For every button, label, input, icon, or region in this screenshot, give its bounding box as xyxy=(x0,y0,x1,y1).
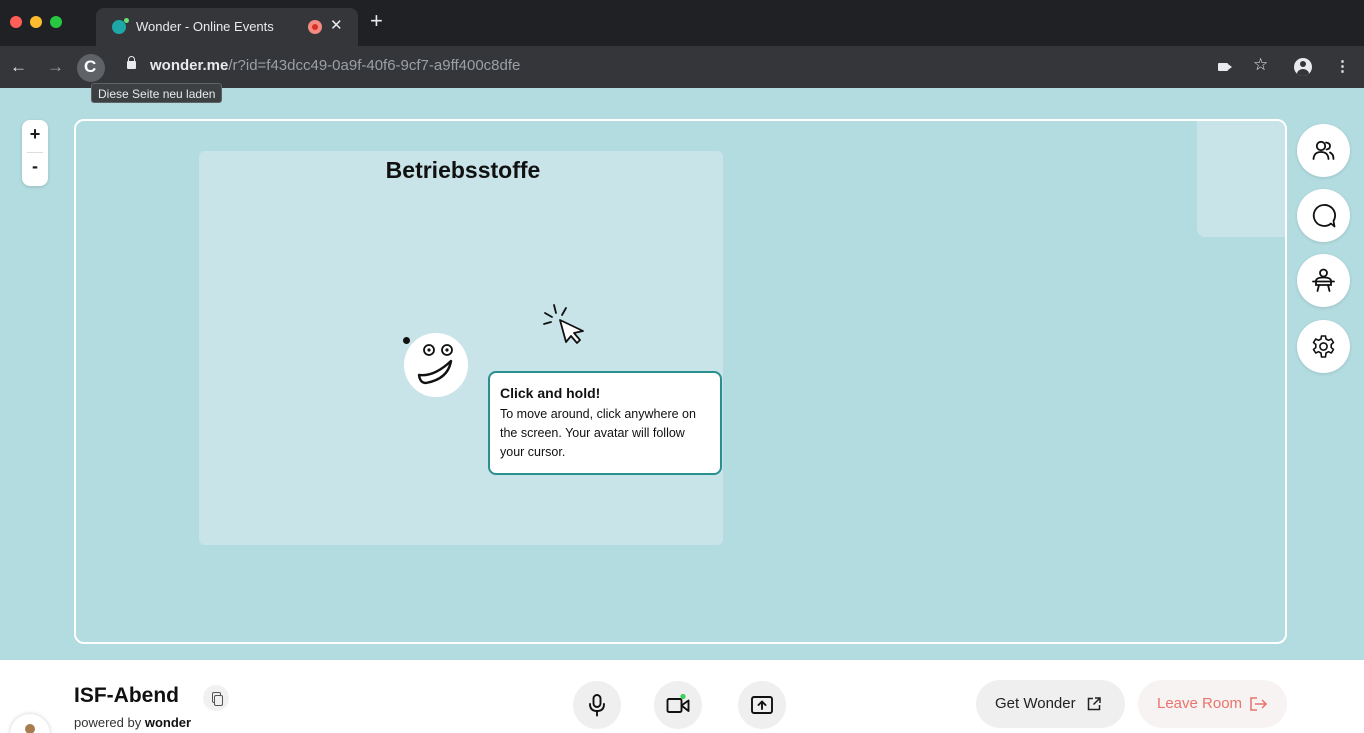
microphone-icon xyxy=(589,694,605,717)
camera-button[interactable] xyxy=(654,681,702,729)
tab-title: Wonder - Online Events xyxy=(136,19,274,34)
window-maximize-button[interactable] xyxy=(50,16,62,28)
click-cursor-icon xyxy=(543,304,584,344)
avatar-status-dot xyxy=(403,337,410,344)
reload-tooltip: Diese Seite neu laden xyxy=(91,83,223,103)
exit-arrow-icon xyxy=(1250,697,1268,711)
recording-indicator-icon xyxy=(308,20,322,34)
callout-text: To move around, click anywhere on the sc… xyxy=(500,407,696,459)
new-tab-button[interactable]: + xyxy=(370,10,383,32)
browser-menu-icon[interactable]: ⋮ xyxy=(1335,58,1350,76)
get-wonder-button[interactable]: Get Wonder xyxy=(976,680,1125,728)
wonder-favicon-icon xyxy=(112,18,129,34)
lock-icon[interactable] xyxy=(127,56,136,69)
tab-close-icon[interactable]: ✕ xyxy=(330,16,343,34)
camera-in-use-icon[interactable] xyxy=(1218,63,1232,71)
callout-title: Click and hold! xyxy=(500,385,601,401)
copy-link-icon[interactable] xyxy=(203,685,229,711)
screen-share-icon xyxy=(751,696,773,714)
bookmark-star-icon[interactable]: ☆ xyxy=(1253,56,1268,74)
powered-by-text: powered by wonder xyxy=(74,715,191,730)
zoom-controls: + - xyxy=(22,120,48,186)
window-minimize-button[interactable] xyxy=(30,16,42,28)
broadcast-button[interactable] xyxy=(1297,254,1350,307)
leave-room-button[interactable]: Leave Room xyxy=(1138,680,1287,728)
profile-avatar-icon[interactable] xyxy=(1294,58,1312,76)
smiley-face-icon xyxy=(417,344,453,385)
chat-button[interactable] xyxy=(1297,189,1350,242)
browser-tab-bar: Wonder - Online Events ✕ + xyxy=(0,0,1364,46)
onboarding-callout: Click and hold! To move around, click an… xyxy=(488,371,722,475)
leave-room-label: Leave Room xyxy=(1157,695,1243,712)
browser-toolbar: ← → C wonder.me/r?id=f43dcc49-0a9f-40f6-… xyxy=(0,46,1364,88)
microphone-button[interactable] xyxy=(573,681,621,729)
participants-button[interactable] xyxy=(1297,124,1350,177)
room-name: ISF-Abend xyxy=(74,684,179,707)
zoom-in-button[interactable]: + xyxy=(22,124,48,144)
people-icon xyxy=(1312,140,1335,160)
address-bar[interactable]: wonder.me/r?id=f43dcc49-0a9f-40f6-9cf7-a… xyxy=(116,53,1198,81)
gear-icon xyxy=(1312,335,1335,358)
url-host: wonder.me xyxy=(150,57,229,74)
chat-icon xyxy=(1312,204,1336,228)
video-camera-icon xyxy=(666,693,690,713)
url-text[interactable]: wonder.me/r?id=f43dcc49-0a9f-40f6-9cf7-a… xyxy=(150,57,520,74)
settings-button[interactable] xyxy=(1297,320,1350,373)
window-close-button[interactable] xyxy=(10,16,22,28)
browser-tab-active[interactable]: Wonder - Online Events ✕ xyxy=(96,8,358,46)
zoom-divider xyxy=(27,152,43,153)
url-path: /r?id=f43dcc49-0a9f-40f6-9cf7-a9ff400c8d… xyxy=(228,57,521,74)
corner-area xyxy=(1197,121,1285,237)
area-title: Betriebsstoffe xyxy=(385,157,541,183)
zoom-out-button[interactable]: - xyxy=(22,156,48,176)
powered-brand: wonder xyxy=(144,715,192,730)
screen-share-button[interactable] xyxy=(738,681,786,729)
get-wonder-label: Get Wonder xyxy=(995,695,1076,712)
forward-button[interactable]: → xyxy=(47,57,64,77)
powered-prefix: powered by xyxy=(74,715,142,730)
external-link-icon xyxy=(1087,697,1101,711)
back-button[interactable]: ← xyxy=(10,57,27,77)
broadcast-icon xyxy=(1312,268,1335,292)
reload-icon: C xyxy=(84,57,97,76)
user-avatar[interactable] xyxy=(404,333,468,397)
